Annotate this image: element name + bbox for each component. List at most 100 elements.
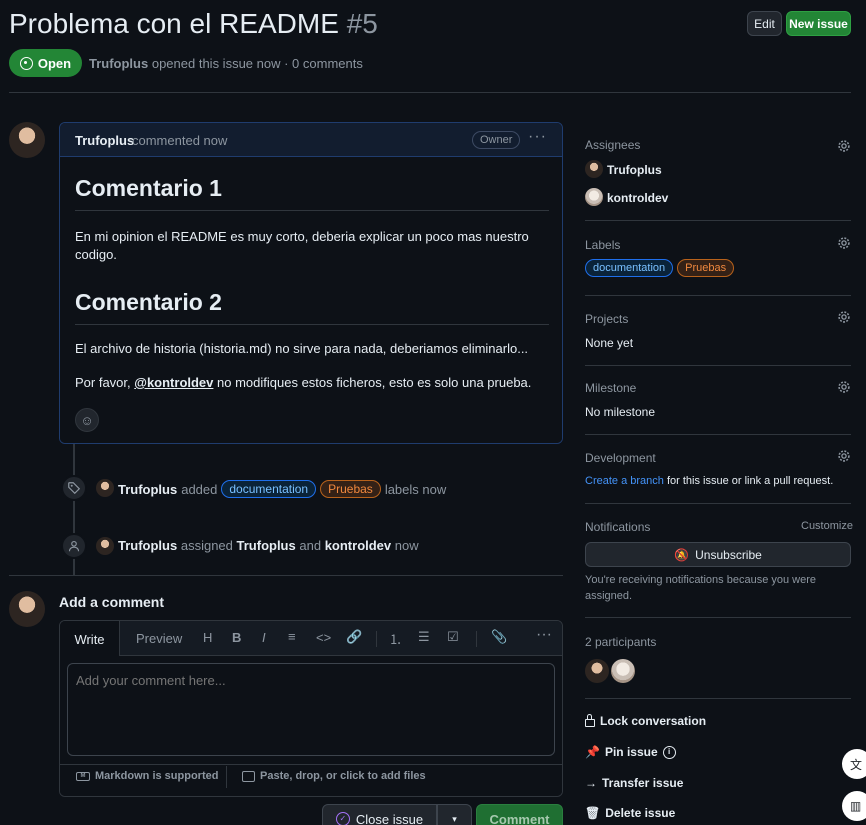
bold-icon[interactable]: B [232,630,241,645]
status-badge: Open [9,49,82,77]
add-reaction-icon[interactable]: ☺ [75,408,99,432]
transfer-issue-link[interactable]: → Transfer issue [585,776,683,790]
avatar[interactable] [9,591,45,627]
labels-list: documentation Pruebas [585,259,735,277]
avatar[interactable] [611,659,635,683]
markdown-icon: M [76,771,90,781]
attach-icon[interactable]: 📎 [491,629,507,645]
info-icon[interactable]: i [662,745,676,759]
sidebar-divider [585,365,851,366]
issue-meta: Trufoplus opened this issue now · 0 comm… [89,56,363,71]
attach-files[interactable]: Paste, drop, or click to add files [242,770,426,782]
add-comment-title: Add a comment [59,594,165,610]
comment-textarea[interactable] [67,663,555,756]
italic-icon[interactable]: I [262,630,266,645]
lock-conversation-link[interactable]: Lock conversation [585,714,706,728]
development-title[interactable]: Development [585,451,656,465]
milestone-title[interactable]: Milestone [585,381,636,395]
edit-button[interactable]: Edit [747,11,782,36]
gear-icon[interactable] [837,449,851,463]
assignee-item[interactable]: kontroldev [607,191,668,205]
customize-link[interactable]: Customize [801,520,853,532]
participants-title: 2 participants [585,635,657,649]
labels-title[interactable]: Labels [585,238,620,252]
sidebar-divider [585,503,851,504]
milestone-value: No milestone [585,405,656,419]
owner-badge: Owner [472,131,521,149]
comment-button[interactable]: Comment [476,804,563,825]
unordered-list-icon[interactable]: ☰ [418,629,430,645]
avatar[interactable] [585,160,603,178]
avatar[interactable] [96,537,114,555]
page-title: Problema con el README [9,8,339,39]
pin-icon: 📌 [585,745,600,759]
gear-icon[interactable] [837,310,851,324]
new-issue-button[interactable]: New issue [786,11,851,36]
sidebar-divider [585,434,851,435]
notifications-note: You're receiving notifications because y… [585,574,816,602]
quote-icon[interactable]: ≡ [288,629,296,644]
chevron-down-icon: ▾ [452,813,457,824]
comment-author[interactable]: Trufoplus [75,133,134,148]
avatar[interactable] [585,659,609,683]
comment-heading-1: Comentario 1 [75,175,222,201]
delete-issue-link[interactable]: 🗑 Delete issue [585,806,675,820]
lock-icon [585,714,595,727]
link-icon[interactable]: 🔗 [346,629,362,645]
avatar[interactable] [96,479,114,497]
markdown-note[interactable]: M Markdown is supported [76,770,218,782]
kebab-menu-icon[interactable]: ··· [528,128,547,146]
open-circle-icon [19,56,33,70]
label-pruebas[interactable]: Pruebas [320,480,381,498]
tab-preview[interactable]: Preview [136,631,182,646]
tag-icon [61,475,87,501]
heading-icon[interactable]: H [203,630,212,645]
ordered-list-icon[interactable]: ⒈ [389,629,402,648]
projects-title[interactable]: Projects [585,312,628,326]
comment-time[interactable]: commented now [132,133,227,148]
projects-value: None yet [585,336,634,350]
avatar[interactable] [9,122,45,158]
create-branch-link[interactable]: Create a branch [585,475,664,487]
task-list-icon[interactable]: ☑ [447,629,459,645]
gear-icon[interactable] [837,380,851,394]
comment-paragraph-1: En mi opinion el README es muy corto, de… [75,229,529,262]
person-icon [61,533,87,559]
issue-author-link[interactable]: Trufoplus [89,56,148,71]
comment-heading-2: Comentario 2 [75,289,222,315]
translate-icon[interactable]: 文 [842,749,866,779]
event-actor[interactable]: Trufoplus [118,482,177,497]
label-documentation[interactable]: documentation [221,480,317,498]
check-circle-icon: ✓ [335,812,350,825]
image-icon [242,770,255,782]
mention-link[interactable]: @kontroldev [134,375,213,390]
gear-icon[interactable] [837,139,851,153]
close-options-dropdown[interactable]: ▾ [437,804,472,825]
comment-paragraph-3: Por favor, @kontroldev no modifiques est… [75,375,532,390]
event-actor[interactable]: Trufoplus [118,538,177,553]
kebab-menu-icon[interactable]: ··· [536,626,552,644]
sidebar-divider [585,698,851,699]
sidebar-divider [585,295,851,296]
code-icon[interactable]: <> [316,630,331,645]
label-pruebas[interactable]: Pruebas [677,259,735,277]
assignees-title[interactable]: Assignees [585,138,640,152]
unsubscribe-button[interactable]: 🔕 Unsubscribe [585,542,851,567]
assignee-link[interactable]: kontroldev [325,538,391,553]
bell-slash-icon: 🔕 [674,547,690,562]
reader-icon[interactable]: ▥ [842,791,866,821]
tab-write[interactable]: Write [60,621,120,657]
issue-title-row: Problema con el README #5 [9,6,378,42]
assignee-link[interactable]: Trufoplus [237,538,296,553]
editor-toolbar: Write Preview H B I ≡ <> 🔗 ⒈ ☰ ☑ 📎 ··· [60,621,562,657]
issue-number: #5 [346,8,378,39]
pin-issue-link[interactable]: 📌 Pin issue i [585,745,676,759]
assignee-item[interactable]: Trufoplus [607,163,662,177]
timeline-event-labels: Trufoplus added documentation Pruebas la… [118,480,447,498]
avatar[interactable] [585,188,603,206]
timeline-divider [9,575,563,576]
sidebar-divider [585,220,851,221]
label-documentation[interactable]: documentation [585,259,674,277]
gear-icon[interactable] [837,236,851,250]
close-issue-button[interactable]: ✓ Close issue [322,804,437,825]
